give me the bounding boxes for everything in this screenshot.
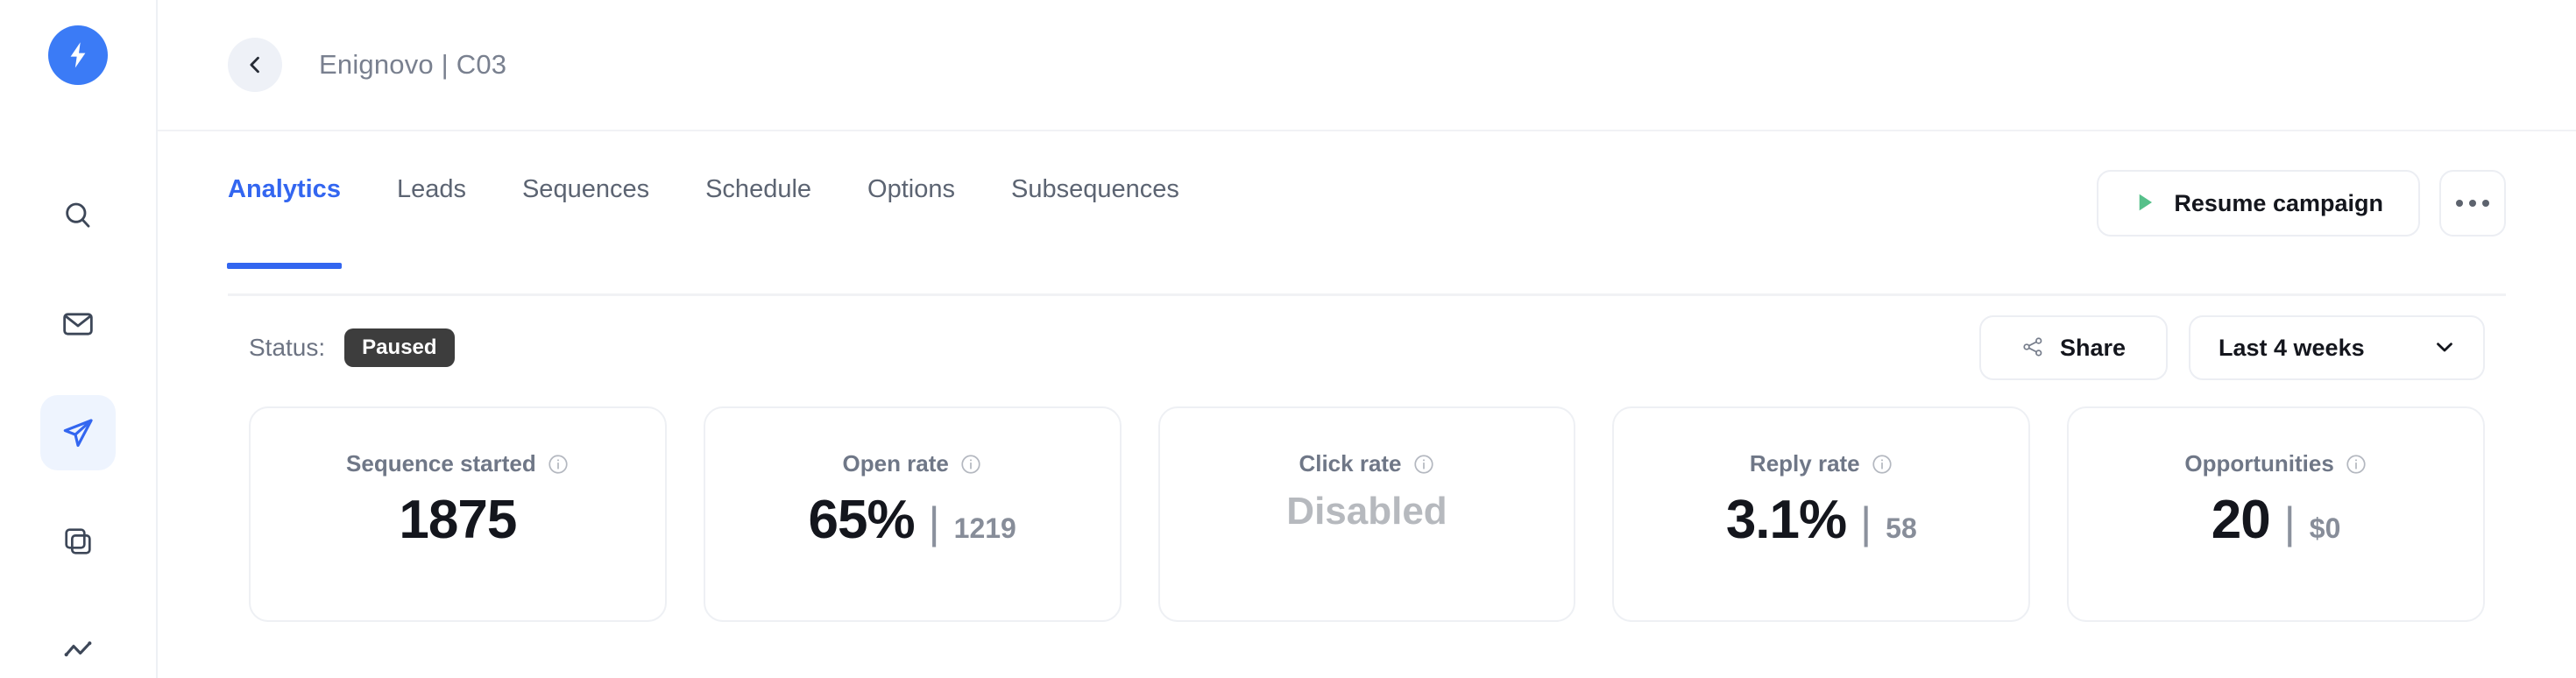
metric-separator: | — [2283, 498, 2296, 547]
paper-plane-icon — [60, 414, 96, 451]
tab-bar: Analytics Leads Sequences Schedule Optio… — [227, 131, 2506, 296]
metric-values: 1875 — [399, 490, 517, 550]
status-badge: Paused — [344, 328, 455, 367]
tab-sequences[interactable]: Sequences — [522, 170, 649, 202]
metric-secondary-value: 58 — [1886, 512, 1917, 544]
page-title: Enignovo | C03 — [319, 49, 507, 80]
metric-card-grid: Sequence started 1875 Open rate 65% | 12… — [228, 406, 2506, 622]
metric-card-click-rate: Click rate Disabled — [1157, 406, 1576, 622]
sidebar-item-inbox[interactable] — [40, 286, 116, 362]
info-icon[interactable] — [547, 453, 570, 476]
content-area: Analytics Leads Sequences Schedule Optio… — [158, 131, 2576, 678]
metric-primary-value: 65% — [808, 490, 916, 550]
tab-divider — [228, 293, 2506, 296]
metric-card-header: Opportunities — [2184, 450, 2367, 477]
metric-values: 65% | 1219 — [809, 490, 1016, 550]
date-range-label: Last 4 weeks — [2219, 334, 2365, 361]
metric-card-header: Click rate — [1299, 450, 1434, 477]
tab-list: Analytics Leads Sequences Schedule Optio… — [227, 170, 1179, 296]
metric-primary-value: 1875 — [399, 490, 517, 550]
chevron-down-icon — [2432, 335, 2457, 362]
play-icon — [2134, 190, 2156, 217]
status-label: Status: — [249, 334, 326, 361]
tab-subsequences[interactable]: Subsequences — [1011, 170, 1179, 202]
tab-analytics[interactable]: Analytics — [227, 170, 342, 269]
metric-primary-value: 20 — [2211, 490, 2271, 550]
metric-title: Sequence started — [346, 450, 536, 477]
tab-schedule[interactable]: Schedule — [705, 170, 811, 202]
back-button[interactable] — [228, 38, 282, 92]
metric-secondary-value: $0 — [2309, 512, 2341, 544]
main-area: Enignovo | C03 Analytics Leads Sequences… — [158, 0, 2576, 678]
metric-values: 3.1% | 58 — [1726, 490, 1917, 550]
status-group: Status: Paused — [249, 328, 455, 367]
metric-values: Disabled — [1286, 490, 1447, 533]
sidebar-item-analytics[interactable] — [40, 612, 116, 678]
metric-separator: | — [1860, 498, 1872, 547]
sidebar-item-templates[interactable] — [40, 504, 116, 579]
metric-card-header: Reply rate — [1750, 450, 1893, 477]
campaign-actions: Resume campaign — [2097, 170, 2506, 237]
metric-title: Open rate — [842, 450, 949, 477]
metric-card-header: Open rate — [843, 450, 982, 477]
metric-values: 20 | $0 — [2212, 490, 2341, 550]
lightning-bolt-logo-icon — [62, 39, 94, 71]
resume-campaign-label: Resume campaign — [2174, 189, 2383, 216]
more-options-button[interactable] — [2439, 170, 2506, 237]
share-button[interactable]: Share — [1978, 315, 2168, 380]
sidebar-item-search[interactable] — [40, 178, 116, 253]
metric-title: Opportunities — [2184, 450, 2334, 477]
search-icon — [60, 198, 96, 233]
info-icon[interactable] — [1412, 453, 1435, 476]
analytics-toolbar: Share Last 4 weeks — [1978, 315, 2485, 380]
app-root: Enignovo | C03 Analytics Leads Sequences… — [0, 0, 2576, 678]
metric-card-sequence-started: Sequence started 1875 — [249, 406, 667, 622]
metric-title: Reply rate — [1749, 450, 1860, 477]
metric-separator: | — [928, 498, 940, 547]
app-logo[interactable] — [48, 25, 108, 85]
date-range-dropdown[interactable]: Last 4 weeks — [2189, 315, 2485, 380]
tab-leads[interactable]: Leads — [397, 170, 466, 202]
resume-campaign-button[interactable]: Resume campaign — [2097, 170, 2420, 237]
metric-title: Click rate — [1299, 450, 1402, 477]
chevron-left-icon — [244, 53, 266, 76]
metric-card-opportunities: Opportunities 20 | $0 — [2067, 406, 2485, 622]
metric-card-reply-rate: Reply rate 3.1% | 58 — [1612, 406, 2031, 622]
metric-primary-value: Disabled — [1286, 490, 1447, 533]
tab-options[interactable]: Options — [867, 170, 955, 202]
status-toolbar: Status: Paused Share Last 4 weeks — [228, 296, 2506, 399]
envelope-icon — [60, 307, 96, 342]
page-header: Enignovo | C03 — [158, 0, 2576, 131]
info-icon[interactable] — [1871, 453, 1893, 476]
share-network-icon — [2021, 335, 2044, 361]
sidebar-nav-list — [40, 178, 116, 678]
info-icon[interactable] — [959, 453, 982, 476]
metric-card-header: Sequence started — [346, 450, 570, 477]
sidebar-item-campaigns[interactable] — [40, 395, 116, 470]
metric-secondary-value: 1219 — [953, 512, 1016, 544]
metric-card-open-rate: Open rate 65% | 1219 — [703, 406, 1122, 622]
metric-primary-value: 3.1% — [1725, 490, 1847, 550]
info-icon[interactable] — [2345, 453, 2367, 476]
line-chart-icon — [60, 632, 96, 667]
sidebar — [0, 0, 158, 678]
share-label: Share — [2059, 334, 2126, 361]
copy-icon — [61, 525, 95, 558]
ellipsis-icon — [2456, 200, 2489, 207]
